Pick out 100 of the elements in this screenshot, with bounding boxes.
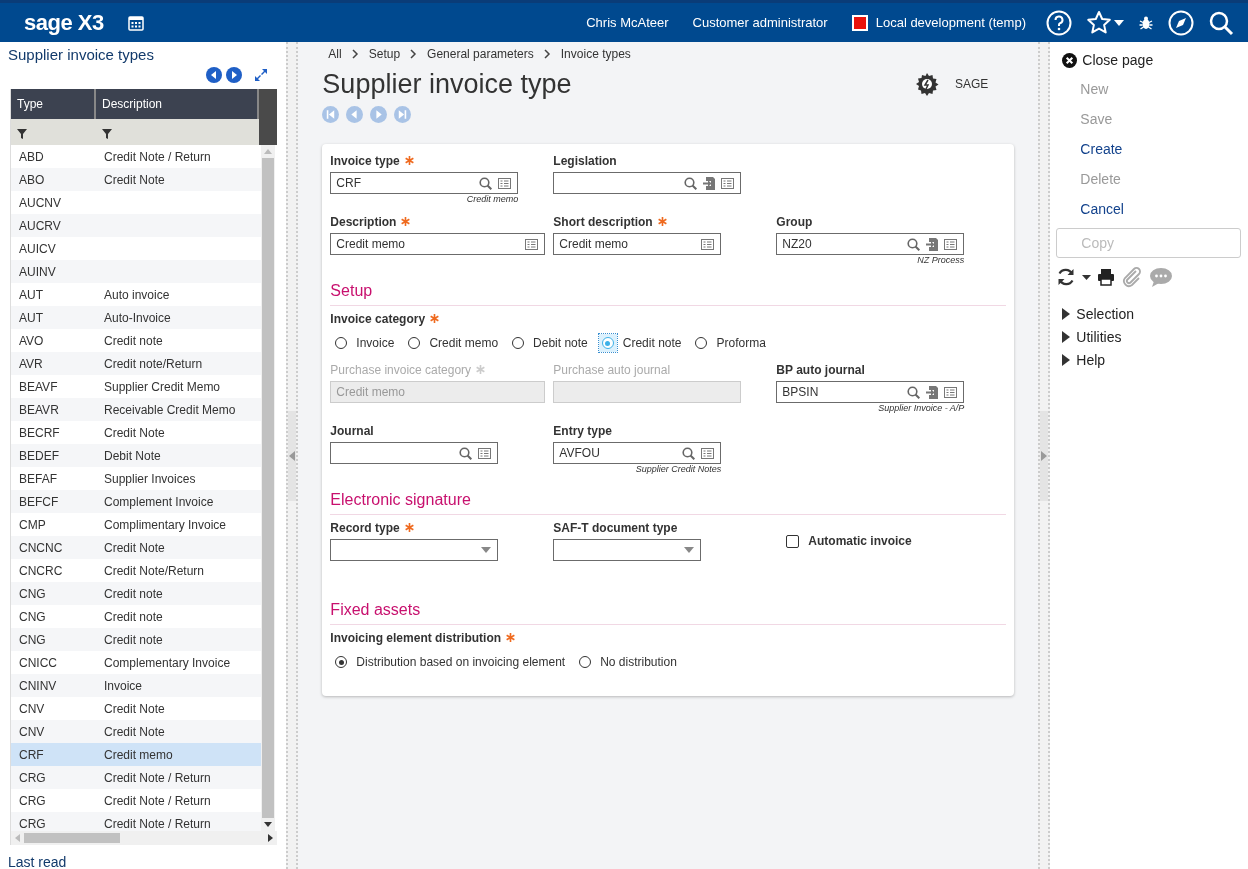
detail-icon[interactable] [701, 447, 715, 459]
search-icon[interactable] [682, 446, 696, 460]
expand-icon[interactable] [254, 68, 269, 82]
grid-row[interactable]: BEDEF Debit Note [11, 444, 261, 467]
dropdown-caret-icon[interactable] [684, 547, 695, 553]
breadcrumb-link[interactable]: General parameters [427, 47, 534, 61]
radio-button[interactable] [579, 656, 592, 668]
calendar-icon[interactable] [127, 14, 144, 31]
radio-label[interactable]: Debit note [533, 336, 588, 350]
grid-row[interactable]: CRG Credit Note / Return [11, 812, 261, 831]
grid-row[interactable]: CRF Credit memo [11, 743, 261, 766]
input-field[interactable]: Credit memo [330, 233, 546, 255]
radio-label[interactable]: Invoice [356, 336, 395, 350]
radio-label[interactable]: Distribution based on invoicing element [356, 655, 566, 669]
grid-row[interactable]: CNG Credit note [11, 628, 261, 651]
radio-button[interactable] [512, 337, 525, 349]
print-icon[interactable] [1097, 268, 1116, 286]
grid-row[interactable]: AUT Auto-Invoice [11, 306, 261, 329]
star-icon[interactable] [1086, 9, 1112, 36]
jump-icon[interactable] [926, 237, 939, 251]
vertical-scrollbar[interactable] [261, 145, 275, 831]
detail-icon[interactable] [701, 238, 715, 250]
radio-button[interactable] [695, 337, 708, 349]
radio-button[interactable] [335, 656, 348, 668]
action-link[interactable]: Cancel [1056, 194, 1241, 224]
user-role[interactable]: Customer administrator [692, 15, 828, 30]
compass-icon[interactable] [1168, 9, 1194, 36]
collapse-handle[interactable] [288, 410, 297, 501]
input-field[interactable] [553, 172, 742, 194]
radio-label[interactable]: Credit memo [429, 336, 499, 350]
close-icon[interactable] [1062, 52, 1078, 68]
caret-icon[interactable] [1114, 19, 1124, 26]
folder-label[interactable]: SAGE [955, 77, 989, 91]
filter-icon[interactable] [102, 129, 112, 139]
scroll-right-icon[interactable] [268, 834, 273, 842]
radio-button[interactable] [335, 337, 348, 349]
radio-button[interactable] [601, 337, 614, 349]
horizontal-scrollbar[interactable] [11, 831, 277, 845]
input-field[interactable]: CRF [330, 172, 519, 194]
jump-icon[interactable] [703, 176, 716, 190]
menu-section[interactable]: Help [1062, 348, 1241, 371]
grid-row[interactable]: BEFCF Complement Invoice [11, 490, 261, 513]
refresh-icon[interactable] [1056, 267, 1077, 287]
radio-label[interactable]: Proforma [716, 336, 766, 350]
action-link[interactable]: Create [1056, 134, 1241, 164]
column-header[interactable]: Description [96, 89, 259, 119]
breadcrumb-link[interactable]: Invoice types [560, 47, 631, 61]
menu-section[interactable]: Selection [1062, 302, 1241, 325]
logo[interactable]: sage X3 [24, 9, 104, 36]
input-field[interactable] [553, 539, 702, 561]
search-icon[interactable] [684, 176, 698, 190]
detail-icon[interactable] [944, 386, 958, 398]
search-icon[interactable] [479, 176, 493, 190]
detail-icon[interactable] [525, 238, 539, 250]
gear-icon[interactable] [915, 72, 939, 96]
grid-row[interactable]: AUINV [11, 260, 261, 283]
bug-icon[interactable] [1138, 14, 1154, 31]
radio-label[interactable]: No distribution [600, 655, 677, 669]
search-icon[interactable] [1208, 9, 1234, 36]
checkbox-label[interactable]: Automatic invoice [808, 534, 912, 548]
search-icon[interactable] [907, 385, 921, 399]
paperclip-icon[interactable] [1121, 266, 1144, 288]
help-icon[interactable] [1046, 9, 1072, 36]
input-field[interactable]: AVFOU [553, 442, 722, 464]
radio-button[interactable] [408, 337, 421, 349]
grid-row[interactable]: ABO Credit Note [11, 168, 261, 191]
close-page-link[interactable]: Close page [1056, 50, 1241, 74]
input-field[interactable]: NZ20 [776, 233, 965, 255]
search-icon[interactable] [459, 446, 473, 460]
grid-row[interactable]: CRG Credit Note / Return [11, 766, 261, 789]
grid-row[interactable]: BEAVR Receivable Credit Memo [11, 398, 261, 421]
detail-icon[interactable] [498, 177, 512, 189]
search-icon[interactable] [907, 237, 921, 251]
grid-row[interactable]: AVR Credit note/Return [11, 352, 261, 375]
environment-name[interactable]: Local development (temp) [875, 15, 1026, 30]
input-field[interactable]: BPSIN [776, 381, 965, 403]
input-field[interactable] [330, 539, 499, 561]
input-field[interactable]: Credit memo [553, 233, 722, 255]
detail-icon[interactable] [721, 177, 735, 189]
menu-section[interactable]: Utilities [1062, 325, 1241, 348]
grid-row[interactable]: CNCNC Credit Note [11, 536, 261, 559]
caret-icon[interactable] [1082, 274, 1092, 280]
user-name[interactable]: Chris McAteer [586, 15, 669, 30]
detail-icon[interactable] [944, 238, 958, 250]
grid-row[interactable]: AUCRV [11, 214, 261, 237]
breadcrumb-link[interactable]: All [328, 47, 342, 61]
breadcrumb-link[interactable]: Setup [368, 47, 401, 61]
scroll-down-icon[interactable] [264, 822, 272, 827]
jump-icon[interactable] [926, 385, 939, 399]
detail-icon[interactable] [478, 447, 492, 459]
dropdown-caret-icon[interactable] [481, 547, 492, 553]
radio-label[interactable]: Credit note [622, 336, 682, 350]
grid-row[interactable]: CNINV Invoice [11, 674, 261, 697]
collapse-handle[interactable] [1040, 410, 1049, 501]
grid-row[interactable]: CNG Credit note [11, 582, 261, 605]
column-header[interactable]: Type [11, 89, 96, 119]
previous-icon[interactable] [206, 67, 223, 83]
next-icon[interactable] [226, 67, 243, 83]
grid-row[interactable]: CNV Credit Note [11, 720, 261, 743]
checkbox[interactable] [786, 534, 800, 548]
